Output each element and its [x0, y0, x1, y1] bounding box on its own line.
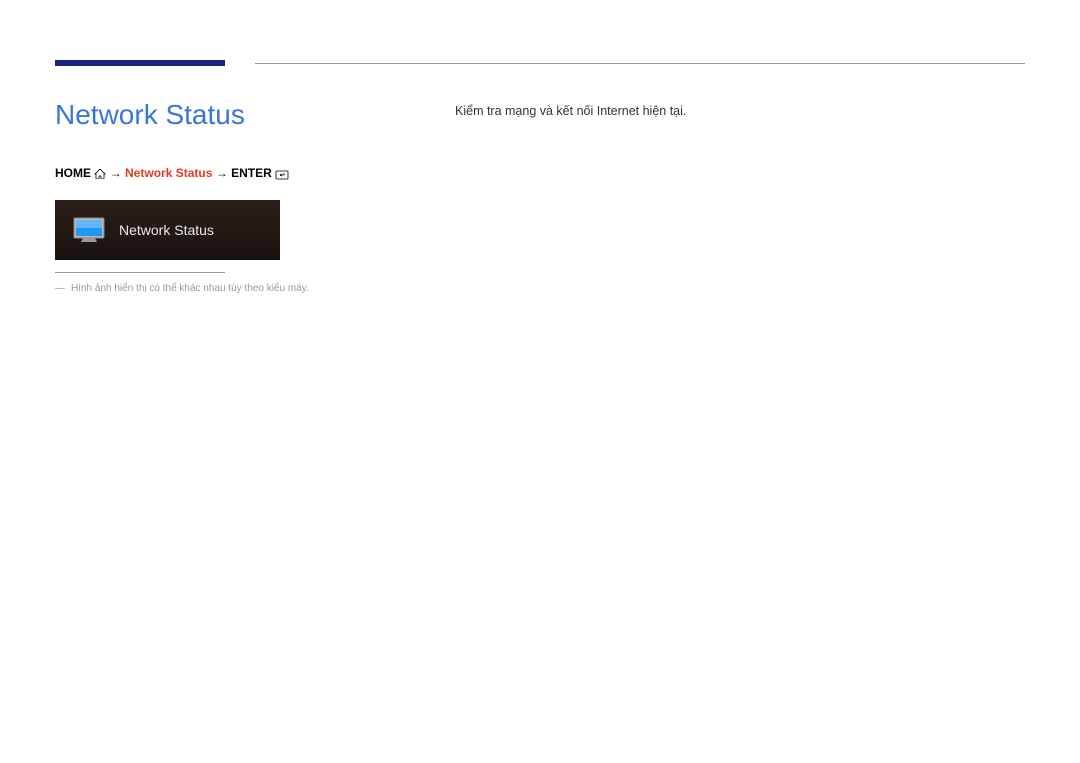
content-wrapper: Network Status HOME → Network Status → E…	[55, 94, 1025, 294]
description-text: Kiểm tra mạng và kết nối Internet hiện t…	[455, 104, 1025, 118]
note-divider	[55, 272, 225, 273]
left-column: Network Status HOME → Network Status → E…	[55, 94, 455, 294]
breadcrumb-enter: ENTER	[231, 166, 272, 180]
header-accent-bar	[55, 60, 225, 66]
note-text: ― Hình ảnh hiển thị có thể khác nhau tùy …	[55, 283, 455, 294]
breadcrumb-highlight: Network Status	[125, 166, 212, 180]
menu-item-label: Network Status	[119, 222, 214, 238]
enter-icon	[275, 169, 289, 179]
breadcrumb-arrow1: →	[110, 166, 122, 180]
header-divider	[255, 63, 1025, 64]
note-dash: ―	[55, 283, 65, 294]
breadcrumb-arrow2: →	[216, 166, 228, 180]
right-column: Kiểm tra mạng và kết nối Internet hiện t…	[455, 94, 1025, 294]
home-icon	[94, 168, 106, 178]
breadcrumb-home: HOME	[55, 166, 91, 180]
breadcrumb: HOME → Network Status → ENTER	[55, 166, 455, 180]
monitor-icon	[73, 217, 105, 243]
note-content: Hình ảnh hiển thị có thể khác nhau tùy t…	[71, 283, 309, 294]
page-title: Network Status	[55, 99, 455, 131]
menu-item-network-status[interactable]: Network Status	[55, 200, 280, 260]
